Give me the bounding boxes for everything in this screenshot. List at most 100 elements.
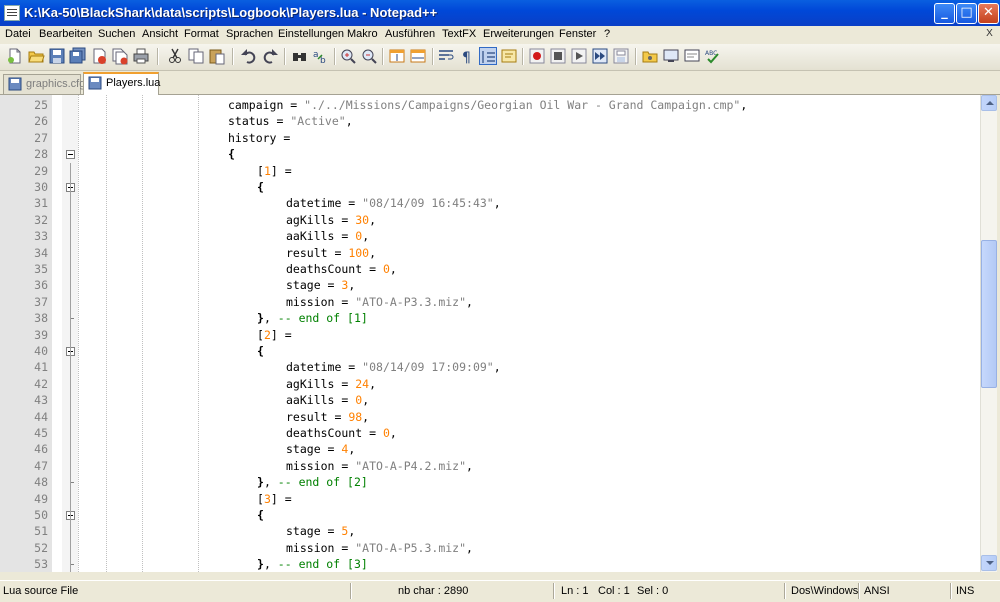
code-line[interactable]: 30 { xyxy=(0,179,980,195)
code-line[interactable]: 33 aaKills = 0, xyxy=(0,228,980,244)
close-file-icon[interactable] xyxy=(90,47,108,65)
undo-icon[interactable] xyxy=(240,47,258,65)
word-wrap-icon[interactable] xyxy=(437,47,455,65)
menu-ausfuehren[interactable]: Ausführen xyxy=(385,28,435,40)
notepad-app-icon[interactable] xyxy=(4,5,20,21)
line-code: [3] = xyxy=(257,491,292,506)
monitor-icon[interactable] xyxy=(662,47,680,65)
new-file-icon[interactable] xyxy=(6,47,24,65)
plugin-folder-icon[interactable] xyxy=(641,47,659,65)
menu-einstellungen[interactable]: Einstellungen xyxy=(278,28,344,40)
print-icon[interactable] xyxy=(132,47,150,65)
open-file-icon[interactable] xyxy=(27,47,45,65)
code-line[interactable]: 41 datetime = "08/14/09 17:09:09", xyxy=(0,359,980,375)
line-number: 32 xyxy=(34,212,48,227)
line-number: 43 xyxy=(34,393,48,408)
line-code: history = xyxy=(228,130,291,145)
find-icon[interactable] xyxy=(291,47,309,65)
status-column: Col : 1 xyxy=(598,585,630,597)
code-line[interactable]: 27 history = xyxy=(0,130,980,146)
close-all-icon[interactable] xyxy=(111,47,129,65)
code-line[interactable]: 29 [1] = xyxy=(0,163,980,179)
line-code: aaKills = 0, xyxy=(286,229,370,244)
play-macro-icon[interactable] xyxy=(570,47,588,65)
menu-help[interactable]: ? xyxy=(604,28,610,40)
tab-players-lua[interactable]: Players.lua xyxy=(83,72,160,95)
line-code: deathsCount = 0, xyxy=(286,262,397,276)
menu-suchen[interactable]: Suchen xyxy=(98,28,135,40)
scroll-thumb[interactable] xyxy=(981,240,997,388)
scroll-down-button[interactable] xyxy=(981,555,997,571)
zoom-in-icon[interactable] xyxy=(339,47,357,65)
play-multiple-macro-icon[interactable] xyxy=(591,47,609,65)
preview-icon[interactable] xyxy=(683,47,701,65)
tab-graphics-cfg[interactable]: graphics.cfg xyxy=(3,74,85,94)
line-code: }, -- end of [1] xyxy=(257,311,368,326)
code-line[interactable]: 53}, -- end of [3] xyxy=(0,556,980,572)
code-line[interactable]: 42 agKills = 24, xyxy=(0,376,980,392)
code-line[interactable]: 34 result = 100, xyxy=(0,245,980,261)
sync-vertical-icon[interactable] xyxy=(388,47,406,65)
menu-makro[interactable]: Makro xyxy=(347,28,378,40)
status-char-count: nb char : 2890 xyxy=(398,585,469,597)
close-button[interactable]: ✕ xyxy=(978,3,999,24)
spellcheck-icon[interactable]: ABC xyxy=(704,47,722,65)
code-line[interactable]: 35 deathsCount = 0, xyxy=(0,261,980,277)
scroll-up-button[interactable] xyxy=(981,95,997,111)
show-all-characters-icon[interactable]: ¶ xyxy=(458,47,476,65)
indent-guide-icon[interactable] xyxy=(479,47,497,65)
save-icon[interactable] xyxy=(48,47,66,65)
code-line[interactable]: 48}, -- end of [2] xyxy=(0,474,980,490)
line-code: deathsCount = 0, xyxy=(286,426,397,440)
menu-datei[interactable]: Datei xyxy=(5,28,31,40)
code-line[interactable]: 37 mission = "ATO-A-P3.3.miz", xyxy=(0,294,980,310)
code-line[interactable]: 36 stage = 3, xyxy=(0,277,980,293)
code-line[interactable]: 44 result = 98, xyxy=(0,409,980,425)
menu-ansicht[interactable]: Ansicht xyxy=(142,28,178,40)
code-line[interactable]: 43 aaKills = 0, xyxy=(0,392,980,408)
code-line[interactable]: 25 campaign = "./../Missions/Campaigns/Ge… xyxy=(0,97,980,113)
replace-icon[interactable]: ab xyxy=(312,47,330,65)
code-line[interactable]: 47 mission = "ATO-A-P4.2.miz", xyxy=(0,458,980,474)
stop-recording-icon[interactable] xyxy=(549,47,567,65)
paste-icon[interactable] xyxy=(208,47,226,65)
record-macro-icon[interactable] xyxy=(528,47,546,65)
sync-horizontal-icon[interactable] xyxy=(409,47,427,65)
save-all-icon[interactable] xyxy=(69,47,87,65)
vertical-scrollbar[interactable] xyxy=(980,95,997,572)
zoom-out-icon[interactable] xyxy=(360,47,378,65)
menu-textfx[interactable]: TextFX xyxy=(442,28,476,40)
menu-bearbeiten[interactable]: Bearbeiten xyxy=(39,28,92,40)
minimize-button[interactable]: _ xyxy=(934,3,955,24)
code-line[interactable]: 45 deathsCount = 0, xyxy=(0,425,980,441)
code-line[interactable]: 40 { xyxy=(0,343,980,359)
maximize-button[interactable]: □ xyxy=(956,3,977,24)
code-line[interactable]: 31 datetime = "08/14/09 16:45:43", xyxy=(0,195,980,211)
redo-icon[interactable] xyxy=(261,47,279,65)
line-number: 33 xyxy=(34,229,48,244)
menu-sprachen[interactable]: Sprachen xyxy=(226,28,273,40)
code-line[interactable]: 50 { xyxy=(0,507,980,523)
code-line[interactable]: 26 status = "Active", xyxy=(0,113,980,129)
code-line[interactable]: 28 { xyxy=(0,146,980,162)
copy-icon[interactable] xyxy=(187,47,205,65)
menu-fenster[interactable]: Fenster xyxy=(559,28,596,40)
code-line[interactable]: 51 stage = 5, xyxy=(0,523,980,539)
line-number: 34 xyxy=(34,245,48,260)
line-number: 36 xyxy=(34,278,48,293)
menu-format[interactable]: Format xyxy=(184,28,219,40)
code-line[interactable]: 49 [3] = xyxy=(0,491,980,507)
code-line[interactable]: 38}, -- end of [1] xyxy=(0,310,980,326)
code-line[interactable]: 52 mission = "ATO-A-P5.3.miz", xyxy=(0,540,980,556)
cut-icon[interactable] xyxy=(166,47,184,65)
close-document-button[interactable]: X xyxy=(983,28,996,41)
line-number: 35 xyxy=(34,262,48,276)
code-line[interactable]: 39 [2] = xyxy=(0,327,980,343)
code-line[interactable]: 46 stage = 4, xyxy=(0,441,980,457)
user-language-icon[interactable] xyxy=(500,47,518,65)
menu-erweiterungen[interactable]: Erweiterungen xyxy=(483,28,554,40)
save-macro-icon[interactable] xyxy=(612,47,630,65)
fold-toggle-icon[interactable] xyxy=(66,149,75,159)
code-editor[interactable]: 25 campaign = "./../Missions/Campaigns/Ge… xyxy=(0,95,980,572)
code-line[interactable]: 32 agKills = 30, xyxy=(0,212,980,228)
